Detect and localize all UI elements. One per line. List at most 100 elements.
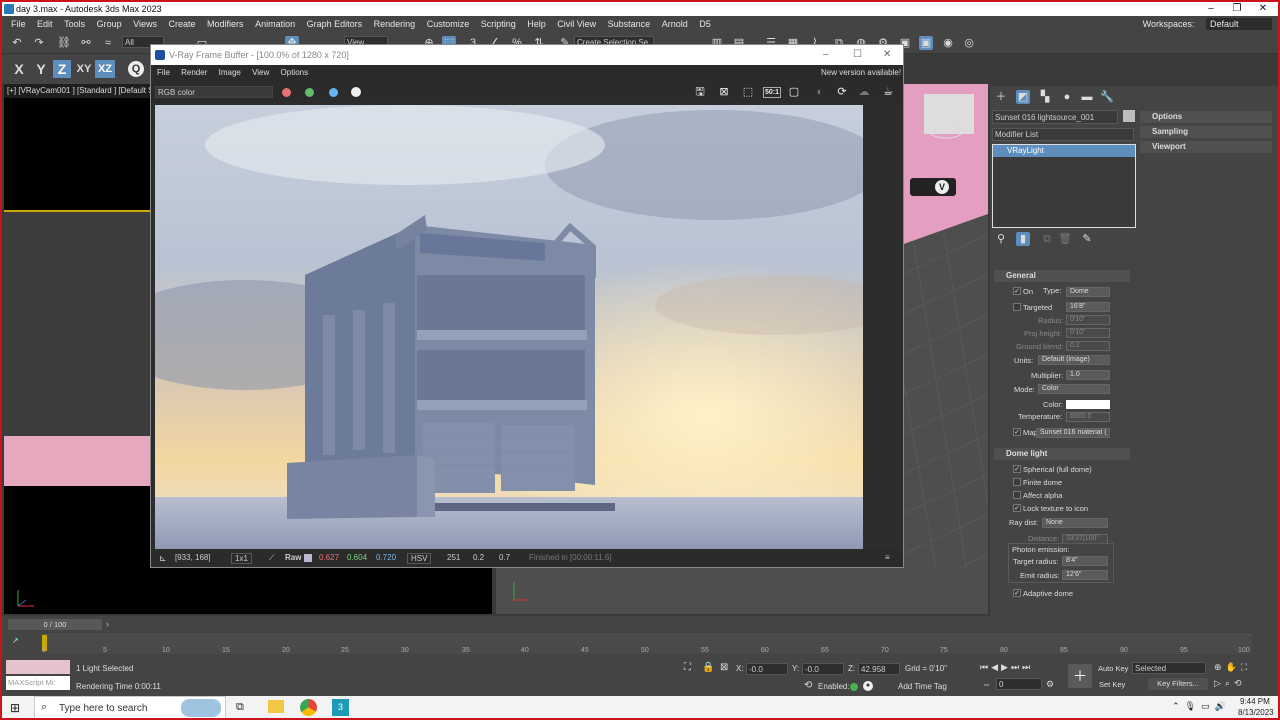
redo-icon[interactable]: ↷ — [32, 36, 46, 50]
time-slider[interactable]: 0 / 100 — [8, 619, 102, 630]
axis-xz-button[interactable]: XZ — [95, 60, 115, 78]
interactive-render-icon[interactable]: ☁ — [857, 85, 871, 99]
modifier-list-dropdown[interactable]: Modifier List — [992, 128, 1134, 141]
radius-spinner[interactable]: 0'10" — [1066, 315, 1110, 325]
vfb-close-button[interactable]: ✕ — [883, 45, 891, 65]
vfb-menu-options[interactable]: Options — [281, 65, 309, 81]
modify-tab-icon[interactable]: ◩ — [1016, 90, 1030, 104]
affect-alpha-checkbox[interactable] — [1013, 491, 1021, 499]
proj-height-spinner[interactable]: 0'10" — [1066, 328, 1110, 338]
ray-dist-dropdown[interactable]: None — [1042, 518, 1108, 528]
remove-modifier-icon[interactable]: 🗑 — [1058, 232, 1072, 246]
alpha-channel-icon[interactable] — [351, 87, 361, 97]
restore-button[interactable]: ❐ — [1224, 2, 1250, 16]
maxscript-input[interactable]: MAXScript Mi: — [6, 676, 70, 690]
menu-file[interactable]: File — [11, 16, 26, 32]
menu-graph-editors[interactable]: Graph Editors — [307, 16, 363, 32]
set-key-button[interactable]: Set Key — [1099, 680, 1125, 689]
menu-help[interactable]: Help — [527, 16, 546, 32]
vfb-minimize-button[interactable]: – — [823, 45, 829, 65]
targeted-checkbox[interactable] — [1013, 303, 1021, 311]
link-icon[interactable]: ⛓ — [57, 36, 71, 50]
render-iterative-icon[interactable]: ◉ — [941, 36, 955, 50]
menu-rendering[interactable]: Rendering — [374, 16, 416, 32]
object-name-field[interactable]: Sunset 016 lightsource_001 — [992, 110, 1118, 124]
enabled-indicator[interactable] — [850, 683, 858, 691]
adaptive-dome-checkbox[interactable]: ✓ — [1013, 589, 1021, 597]
blue-channel-icon[interactable] — [329, 88, 338, 97]
maxscript-listener[interactable] — [6, 660, 70, 674]
region-render-icon[interactable]: ⬚ — [741, 85, 755, 99]
make-unique-icon[interactable]: ⧉ — [1040, 232, 1054, 246]
menu-arnold[interactable]: Arnold — [662, 16, 688, 32]
teapot-icon[interactable]: ☕ — [881, 85, 895, 99]
viewport-left[interactable] — [4, 212, 150, 436]
pick-pixel-icon[interactable]: ⊾ — [159, 549, 167, 567]
menu-modifiers[interactable]: Modifiers — [207, 16, 244, 32]
isolate-selection-icon[interactable]: ⛶ — [684, 662, 691, 673]
selection-lock-icon[interactable]: 🔒 — [702, 662, 714, 673]
map-button[interactable]: Sunset 016 material ( — [1036, 428, 1110, 438]
stop-render-icon[interactable]: ◐ — [813, 85, 827, 99]
3dsmax-taskbar-icon[interactable]: 3 — [332, 699, 349, 716]
rendered-image[interactable] — [155, 105, 863, 549]
emit-radius-spinner[interactable]: 12'6" — [1062, 570, 1108, 580]
stack-item-vraylight[interactable]: VRayLight — [993, 145, 1135, 157]
menu-views[interactable]: Views — [133, 16, 157, 32]
chrome-icon[interactable] — [300, 699, 317, 716]
absolute-mode-icon[interactable]: ⊠ — [720, 662, 728, 673]
menu-tools[interactable]: Tools — [64, 16, 85, 32]
taskbar-search[interactable]: ⌕ Type here to search — [34, 696, 226, 718]
menu-civil-view[interactable]: Civil View — [557, 16, 596, 32]
minimize-button[interactable]: – — [1198, 2, 1224, 16]
viewport-camera[interactable] — [4, 98, 150, 210]
mode-dropdown[interactable]: Color — [1038, 384, 1110, 394]
axis-y-button[interactable]: Y — [32, 60, 50, 78]
y-coordinate-field[interactable]: -0.0 — [802, 663, 844, 675]
task-view-icon[interactable]: ⧉ — [236, 701, 244, 714]
time-slider-next-icon[interactable]: › — [106, 619, 109, 630]
save-image-icon[interactable]: 🖫 — [693, 85, 707, 99]
playback-controls[interactable]: ⏮◀▶⏭⏭ — [980, 662, 1033, 673]
menu-edit[interactable]: Edit — [37, 16, 53, 32]
unlink-icon[interactable]: ⚯ — [79, 36, 93, 50]
viewport-nav-icons-2[interactable]: ▷⌕⟲ — [1214, 678, 1246, 689]
spherical-checkbox[interactable]: ✓ — [1013, 465, 1021, 473]
key-mode-icon[interactable]: ⇔ — [982, 679, 991, 689]
z-coordinate-field[interactable]: 42.958 — [858, 663, 900, 675]
close-button[interactable]: ✕ — [1250, 2, 1276, 16]
hierarchy-tab-icon[interactable]: ▚ — [1038, 90, 1052, 104]
lock-texture-checkbox[interactable]: ✓ — [1013, 504, 1021, 512]
add-time-tag-button[interactable]: Add Time Tag — [898, 682, 947, 691]
menu-d5[interactable]: D5 — [699, 16, 711, 32]
modifier-stack[interactable]: VRayLight — [992, 144, 1136, 228]
viewport-perspective[interactable]: V — [904, 84, 988, 614]
viewport-bottom-right[interactable] — [496, 568, 988, 614]
units-dropdown[interactable]: Default (image) — [1038, 355, 1110, 365]
render-teapot-icon[interactable]: ⟳ — [835, 85, 849, 99]
display-tab-icon[interactable]: ▬ — [1080, 90, 1094, 104]
current-frame-field[interactable]: 0 — [996, 678, 1042, 690]
new-version-link[interactable]: New version available! — [821, 65, 901, 81]
finite-dome-checkbox[interactable] — [1013, 478, 1021, 486]
track-mouse-icon[interactable]: ▢ — [787, 85, 801, 99]
set-key-icon[interactable]: ＋ — [1068, 664, 1092, 688]
log-icon[interactable]: ≡ — [885, 549, 890, 567]
undo-icon[interactable]: ↶ — [10, 36, 24, 50]
green-channel-icon[interactable] — [305, 88, 314, 97]
light-color-swatch[interactable] — [1066, 400, 1110, 409]
target-radius-spinner[interactable]: 8'4" — [1062, 556, 1108, 566]
key-selection-dropdown[interactable]: Selected — [1132, 662, 1206, 674]
rollout-general[interactable]: General — [994, 270, 1130, 282]
rollout-dome-light[interactable]: Dome light — [994, 448, 1130, 460]
object-color-swatch[interactable] — [1123, 110, 1135, 122]
menu-group[interactable]: Group — [97, 16, 122, 32]
viewport-label[interactable]: [+] [VRayCam001 ] [Standard ] [Default S… — [4, 84, 154, 98]
mini-curve-icon[interactable]: ↗ — [12, 636, 19, 645]
menu-substance[interactable]: Substance — [608, 16, 651, 32]
color-mode-dropdown[interactable]: HSV — [407, 553, 432, 564]
utilities-tab-icon[interactable]: 🔧 — [1100, 90, 1114, 104]
vfb-menu-image[interactable]: Image — [219, 65, 241, 81]
track-bar[interactable]: 0 5 10 15 20 25 30 35 40 45 50 55 60 65 … — [42, 634, 1252, 654]
show-end-result-icon[interactable]: ▮ — [1016, 232, 1030, 246]
